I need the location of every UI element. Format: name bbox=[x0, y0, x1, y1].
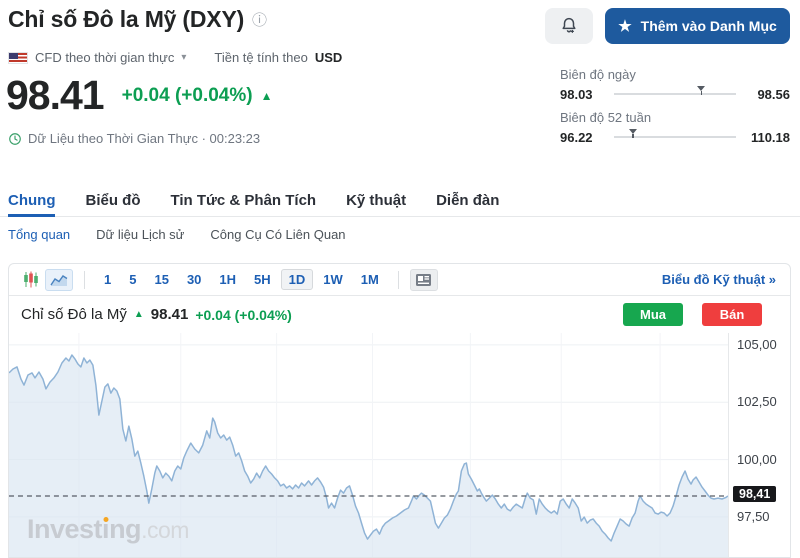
timeframe-5[interactable]: 5 bbox=[121, 269, 144, 290]
add-to-watchlist-button[interactable]: ★ Thêm vào Danh Mục bbox=[605, 8, 790, 44]
chart-header: Chỉ số Đô la Mỹ ▲ 98.41 +0.04 (+0.04%) M… bbox=[9, 296, 790, 333]
technical-chart-link[interactable]: Biểu đồ Kỹ thuật » bbox=[662, 272, 780, 287]
watermark-com: .com bbox=[141, 517, 189, 543]
bell-plus-icon bbox=[560, 16, 578, 37]
chart-price: 98.41 bbox=[151, 306, 189, 323]
y-axis-tick: 102,50 bbox=[737, 394, 777, 409]
investing-watermark: Investing.com bbox=[27, 514, 189, 545]
price-change: +0.04 (+0.04%) ▲ bbox=[122, 85, 273, 107]
last-price: 98.41 bbox=[6, 72, 104, 119]
main-tabs: Chung Biểu đồ Tin Tức & Phân Tích Kỹ thuật D… bbox=[0, 184, 800, 217]
instrument-page: Chỉ số Đô la Mỹ (DXY) ⓘ ★ Thêm vào Danh … bbox=[0, 0, 800, 558]
us-flag-icon bbox=[8, 52, 28, 64]
sell-button[interactable]: Bán bbox=[702, 303, 762, 326]
timeframe-30[interactable]: 30 bbox=[179, 269, 209, 290]
timeframe-selector: 1515301H5H1D1W1M bbox=[96, 269, 387, 290]
status-text: Dữ Liệu theo Thời Gian Thực · 00:23:23 bbox=[28, 131, 260, 146]
tab-5[interactable]: Diễn đàn bbox=[436, 184, 499, 216]
currency-value: USD bbox=[315, 50, 342, 65]
price-chart[interactable]: Investing.com bbox=[9, 333, 728, 557]
ranges-block: Biên độ ngày 98.03 98.56 Biên độ 52 tuần… bbox=[560, 67, 790, 153]
week52-range-high: 110.18 bbox=[746, 130, 790, 145]
instrument-type[interactable]: CFD theo thời gian thực bbox=[35, 50, 174, 65]
y-axis-tick: 105,00 bbox=[737, 337, 777, 352]
chevron-down-icon[interactable]: ▾ bbox=[181, 52, 186, 63]
quote-block: 98.41 +0.04 (+0.04%) ▲ bbox=[6, 72, 272, 119]
toolbar-divider bbox=[84, 271, 85, 289]
realtime-status: Dữ Liệu theo Thời Gian Thực · 00:23:23 bbox=[8, 131, 260, 146]
change-value: +0.04 (+0.04%) bbox=[122, 85, 253, 107]
chart-instrument-name: Chỉ số Đô la Mỹ bbox=[21, 306, 127, 323]
instrument-meta: CFD theo thời gian thực ▾ Tiền tệ tính t… bbox=[8, 50, 342, 65]
day-range-marker bbox=[697, 86, 705, 95]
star-icon: ★ bbox=[618, 17, 631, 35]
chart-widget: 1515301H5H1D1W1M Biểu đồ Kỹ thuật » Chỉ … bbox=[8, 263, 791, 558]
subtab-1[interactable]: Tổng quan bbox=[8, 227, 70, 242]
day-range-row: 98.03 98.56 bbox=[560, 85, 790, 103]
day-range-track bbox=[614, 93, 736, 95]
week52-range-label: Biên độ 52 tuần bbox=[560, 110, 790, 125]
news-panel-icon[interactable] bbox=[410, 269, 438, 291]
timeframe-1[interactable]: 1 bbox=[96, 269, 119, 290]
candlestick-chart-icon[interactable] bbox=[19, 269, 43, 291]
title-row: Chỉ số Đô la Mỹ (DXY) ⓘ bbox=[8, 6, 267, 33]
up-arrow-icon: ▲ bbox=[134, 309, 144, 320]
week52-range-row: 96.22 110.18 bbox=[560, 128, 790, 146]
timeframe-5h[interactable]: 5H bbox=[246, 269, 279, 290]
y-axis-tick: 100,00 bbox=[737, 452, 777, 467]
tab-3[interactable]: Tin Tức & Phân Tích bbox=[170, 184, 316, 216]
last-price-tag: 98,41 bbox=[733, 486, 776, 502]
watchlist-button-label: Thêm vào Danh Mục bbox=[641, 18, 777, 34]
page-title: Chỉ số Đô la Mỹ (DXY) bbox=[8, 6, 244, 33]
create-alert-button[interactable] bbox=[545, 8, 593, 44]
y-axis-tick: 97,50 bbox=[737, 509, 770, 524]
day-range-low: 98.03 bbox=[560, 87, 604, 102]
timeframe-1w[interactable]: 1W bbox=[315, 269, 351, 290]
up-arrow-icon: ▲ bbox=[261, 89, 273, 103]
timeframe-1d[interactable]: 1D bbox=[281, 269, 314, 290]
price-axis[interactable]: 105,00 102,50 100,00 97,50 98,41 bbox=[728, 333, 790, 557]
subtab-2[interactable]: Dữ liệu Lịch sử bbox=[96, 227, 184, 242]
week52-range-marker bbox=[629, 129, 637, 138]
day-range-high: 98.56 bbox=[746, 87, 790, 102]
currency-label: Tiền tệ tính theo bbox=[214, 50, 307, 65]
chart-change: +0.04 (+0.04%) bbox=[195, 307, 292, 323]
chart-body: Investing.com 105,00 102,50 100,00 97,50 98,… bbox=[9, 333, 790, 557]
day-range-label: Biên độ ngày bbox=[560, 67, 790, 82]
week52-range-low: 96.22 bbox=[560, 130, 604, 145]
timeframe-15[interactable]: 15 bbox=[146, 269, 176, 290]
timeframe-1h[interactable]: 1H bbox=[211, 269, 244, 290]
toolbar-divider bbox=[398, 271, 399, 289]
sub-tabs: Tổng quan Dữ liệu Lịch sử Công Cụ Có Liên … bbox=[8, 227, 346, 242]
area-chart-icon[interactable] bbox=[45, 269, 73, 291]
timeframe-1m[interactable]: 1M bbox=[353, 269, 387, 290]
subtab-3[interactable]: Công Cụ Có Liên Quan bbox=[210, 227, 345, 242]
clock-icon bbox=[8, 132, 22, 146]
chart-toolbar: 1515301H5H1D1W1M Biểu đồ Kỹ thuật » bbox=[9, 264, 790, 296]
week52-range-track bbox=[614, 136, 736, 138]
tab-2[interactable]: Biểu đồ bbox=[85, 184, 140, 216]
tab-4[interactable]: Kỹ thuật bbox=[346, 184, 406, 216]
info-icon[interactable]: ⓘ bbox=[252, 9, 267, 30]
tab-1[interactable]: Chung bbox=[8, 184, 55, 216]
buy-button[interactable]: Mua bbox=[623, 303, 683, 326]
watermark-dot-i: i bbox=[102, 514, 109, 544]
